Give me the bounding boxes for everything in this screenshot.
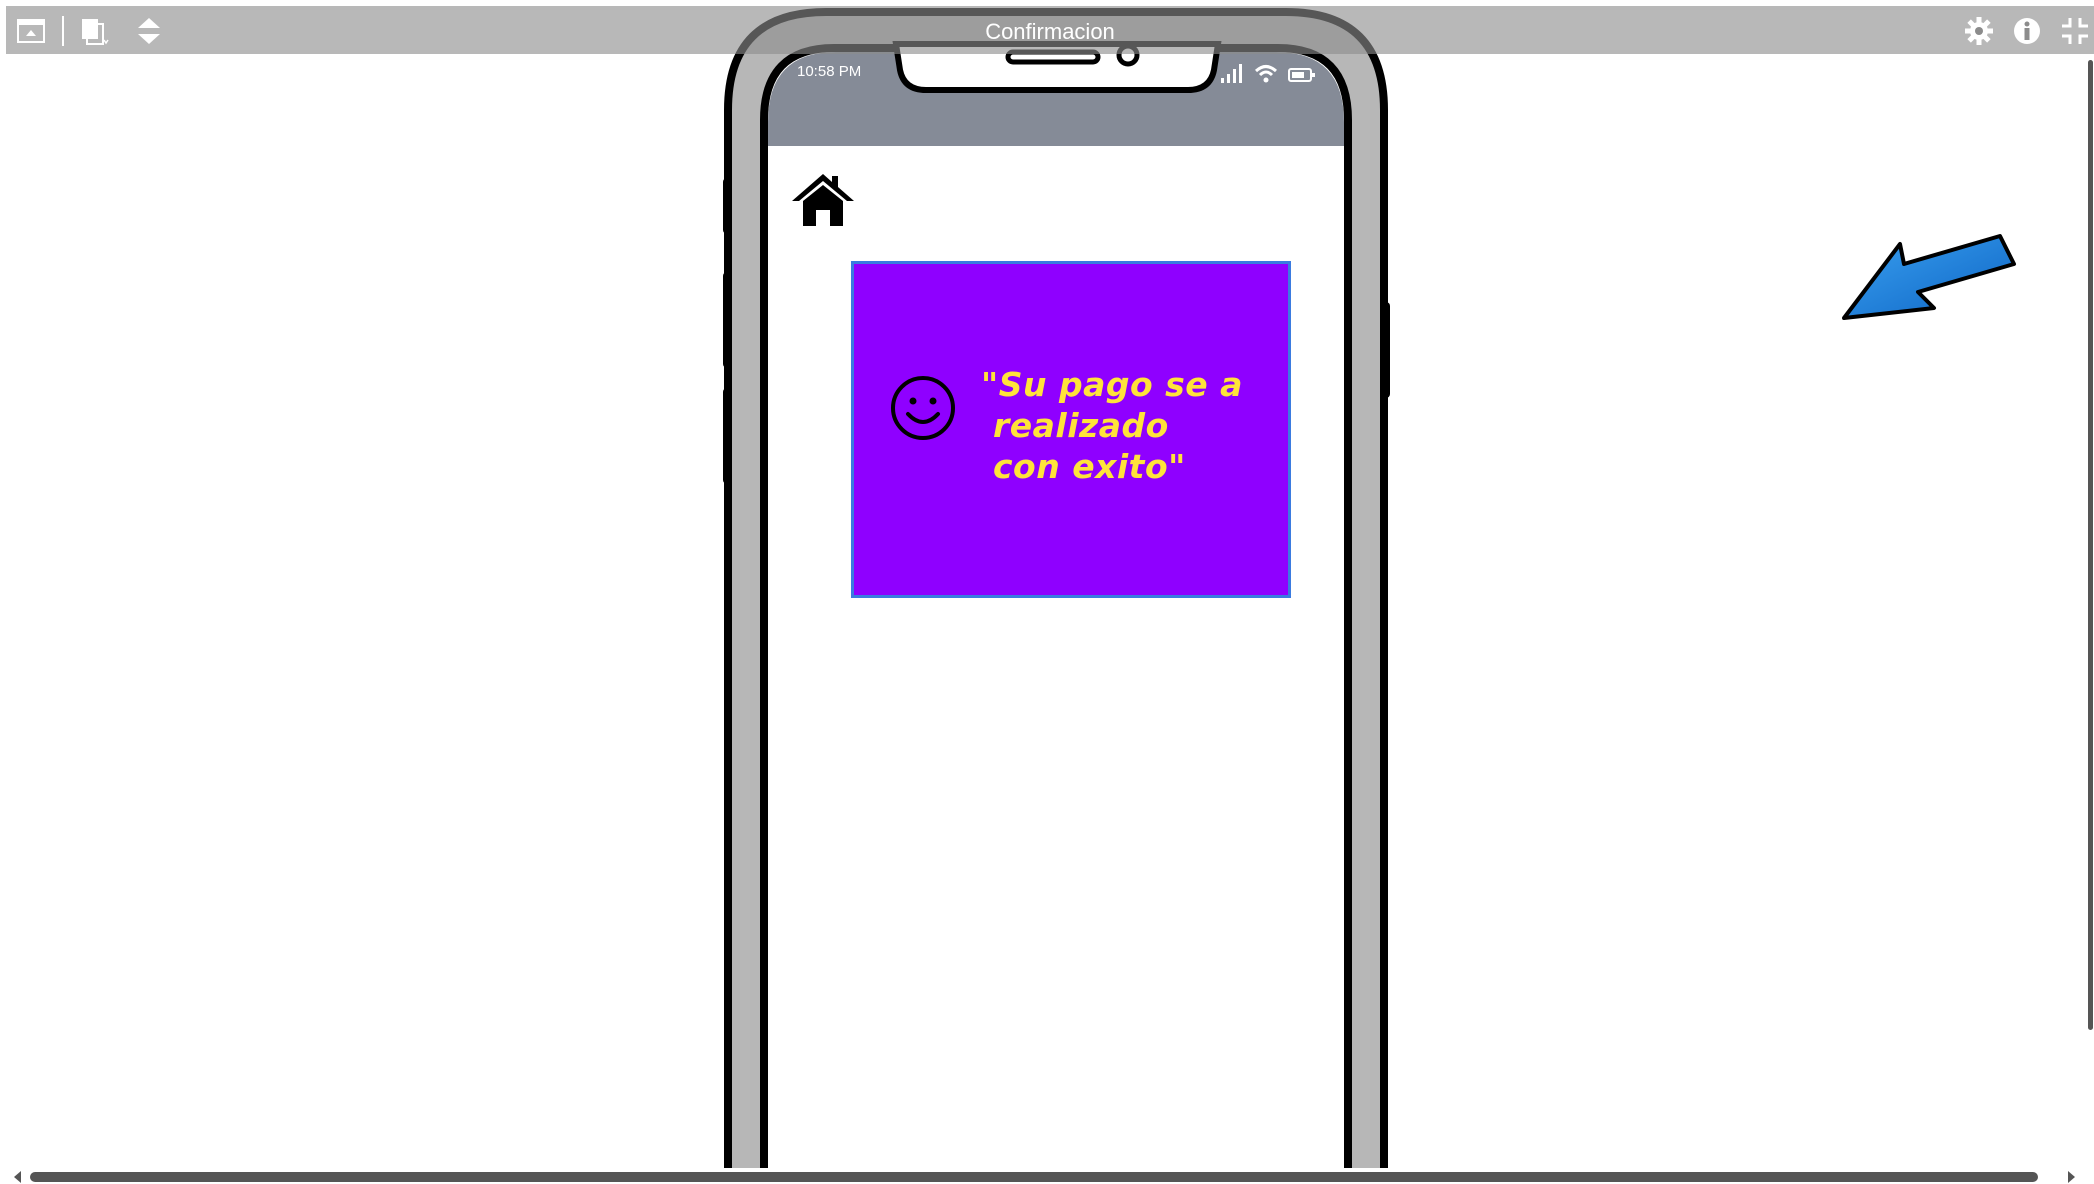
smiley-icon	[891, 376, 955, 440]
vertical-scrollbar[interactable]	[2088, 60, 2093, 1030]
exit-fullscreen-icon[interactable]	[2060, 16, 2090, 46]
signal-icon	[1221, 64, 1242, 83]
payment-confirmation-card: "Su pago se a realizado con exito"	[851, 261, 1291, 598]
scroll-left-arrow[interactable]	[14, 1171, 21, 1183]
wifi-icon	[1254, 65, 1278, 83]
battery-icon	[1288, 68, 1315, 82]
info-icon[interactable]	[2012, 16, 2042, 46]
horizontal-scrollbar[interactable]	[0, 1168, 2094, 1184]
horizontal-scroll-thumb[interactable]	[30, 1172, 2038, 1182]
page-title: Confirmacion	[985, 19, 1115, 44]
gear-icon[interactable]	[1964, 16, 1994, 46]
status-icons	[1220, 62, 1316, 84]
confirmation-message: "Su pago se a realizado con exito"	[981, 365, 1243, 486]
blue-arrow-icon	[1842, 234, 2016, 320]
top-toolbar: Confirmacion	[6, 6, 2094, 54]
canvas: 10:58 PM "Su pago se a realizado con exi…	[0, 0, 2094, 1184]
status-time: 10:58 PM	[797, 63, 862, 80]
home-icon[interactable]	[790, 170, 856, 228]
scroll-right-arrow[interactable]	[2068, 1171, 2075, 1183]
